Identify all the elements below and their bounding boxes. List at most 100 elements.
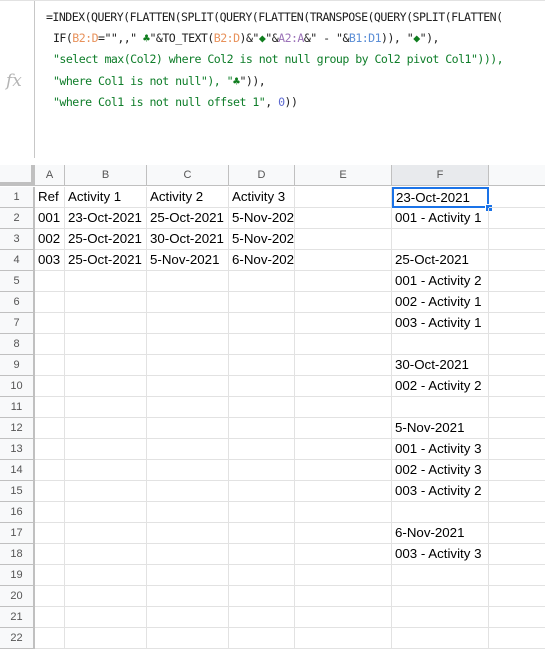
cell-d19[interactable] xyxy=(229,565,295,586)
cell-a21[interactable] xyxy=(35,607,65,628)
cell-f6[interactable]: 002 - Activity 1 xyxy=(392,292,489,313)
cell-b4[interactable]: 25-Oct-2021 xyxy=(65,250,147,271)
cell-f18[interactable]: 003 - Activity 3 xyxy=(392,544,489,565)
cell-e19[interactable] xyxy=(295,565,392,586)
cell-c18[interactable] xyxy=(147,544,229,565)
cell-b22[interactable] xyxy=(65,628,147,649)
cell-e4[interactable] xyxy=(295,250,392,271)
row-header-11[interactable]: 11 xyxy=(0,397,35,418)
cell-f1[interactable]: 23-Oct-2021 xyxy=(392,187,489,208)
cell-d13[interactable] xyxy=(229,439,295,460)
cell-d1[interactable]: Activity 3 xyxy=(229,187,295,208)
cell-c9[interactable] xyxy=(147,355,229,376)
cell-g18[interactable] xyxy=(489,544,545,565)
cell-c15[interactable] xyxy=(147,481,229,502)
cell-f10[interactable]: 002 - Activity 2 xyxy=(392,376,489,397)
cell-d3[interactable]: 5-Nov-2021 xyxy=(229,229,295,250)
cell-c20[interactable] xyxy=(147,586,229,607)
cell-f16[interactable] xyxy=(392,502,489,523)
cell-g10[interactable] xyxy=(489,376,545,397)
column-header-g[interactable] xyxy=(489,165,545,186)
cell-f9[interactable]: 30-Oct-2021 xyxy=(392,355,489,376)
cell-b6[interactable] xyxy=(65,292,147,313)
cell-e5[interactable] xyxy=(295,271,392,292)
cell-e3[interactable] xyxy=(295,229,392,250)
cell-e8[interactable] xyxy=(295,334,392,355)
cell-e17[interactable] xyxy=(295,523,392,544)
cell-b17[interactable] xyxy=(65,523,147,544)
cell-a5[interactable] xyxy=(35,271,65,292)
cell-d5[interactable] xyxy=(229,271,295,292)
row-header-14[interactable]: 14 xyxy=(0,460,35,481)
row-header-15[interactable]: 15 xyxy=(0,481,35,502)
cell-a1[interactable]: Ref xyxy=(35,187,65,208)
cell-f7[interactable]: 003 - Activity 1 xyxy=(392,313,489,334)
row-header-16[interactable]: 16 xyxy=(0,502,35,523)
cell-c6[interactable] xyxy=(147,292,229,313)
row-header-5[interactable]: 5 xyxy=(0,271,35,292)
cell-g20[interactable] xyxy=(489,586,545,607)
cell-c13[interactable] xyxy=(147,439,229,460)
cell-a13[interactable] xyxy=(35,439,65,460)
cell-e15[interactable] xyxy=(295,481,392,502)
cell-g11[interactable] xyxy=(489,397,545,418)
cell-a8[interactable] xyxy=(35,334,65,355)
cell-e9[interactable] xyxy=(295,355,392,376)
cell-b16[interactable] xyxy=(65,502,147,523)
cell-b10[interactable] xyxy=(65,376,147,397)
cell-g3[interactable] xyxy=(489,229,545,250)
cell-f8[interactable] xyxy=(392,334,489,355)
row-header-12[interactable]: 12 xyxy=(0,418,35,439)
row-header-21[interactable]: 21 xyxy=(0,607,35,628)
cell-c16[interactable] xyxy=(147,502,229,523)
cell-e12[interactable] xyxy=(295,418,392,439)
cell-g1[interactable] xyxy=(489,187,545,208)
cell-f3[interactable] xyxy=(392,229,489,250)
cell-g8[interactable] xyxy=(489,334,545,355)
cell-g21[interactable] xyxy=(489,607,545,628)
cell-b18[interactable] xyxy=(65,544,147,565)
cell-g19[interactable] xyxy=(489,565,545,586)
cell-f5[interactable]: 001 - Activity 2 xyxy=(392,271,489,292)
cell-b9[interactable] xyxy=(65,355,147,376)
cell-g5[interactable] xyxy=(489,271,545,292)
cell-b5[interactable] xyxy=(65,271,147,292)
column-header-d[interactable]: D xyxy=(229,165,295,186)
cell-c1[interactable]: Activity 2 xyxy=(147,187,229,208)
row-header-4[interactable]: 4 xyxy=(0,250,35,271)
cell-g15[interactable] xyxy=(489,481,545,502)
cell-a3[interactable]: 002 xyxy=(35,229,65,250)
cell-b12[interactable] xyxy=(65,418,147,439)
row-header-13[interactable]: 13 xyxy=(0,439,35,460)
cell-d14[interactable] xyxy=(229,460,295,481)
row-header-18[interactable]: 18 xyxy=(0,544,35,565)
cell-d2[interactable]: 5-Nov-2021 xyxy=(229,208,295,229)
cell-g4[interactable] xyxy=(489,250,545,271)
cell-e1[interactable] xyxy=(295,187,392,208)
cell-a16[interactable] xyxy=(35,502,65,523)
cell-b3[interactable]: 25-Oct-2021 xyxy=(65,229,147,250)
row-header-22[interactable]: 22 xyxy=(0,628,35,649)
cell-e6[interactable] xyxy=(295,292,392,313)
cell-e22[interactable] xyxy=(295,628,392,649)
cell-c22[interactable] xyxy=(147,628,229,649)
row-header-2[interactable]: 2 xyxy=(0,208,35,229)
cell-g6[interactable] xyxy=(489,292,545,313)
cell-b19[interactable] xyxy=(65,565,147,586)
cell-d6[interactable] xyxy=(229,292,295,313)
cell-g13[interactable] xyxy=(489,439,545,460)
cell-d12[interactable] xyxy=(229,418,295,439)
row-header-17[interactable]: 17 xyxy=(0,523,35,544)
cell-c14[interactable] xyxy=(147,460,229,481)
cell-a9[interactable] xyxy=(35,355,65,376)
row-header-9[interactable]: 9 xyxy=(0,355,35,376)
cell-f2[interactable]: 001 - Activity 1 xyxy=(392,208,489,229)
cell-a19[interactable] xyxy=(35,565,65,586)
cell-f15[interactable]: 003 - Activity 2 xyxy=(392,481,489,502)
cell-e10[interactable] xyxy=(295,376,392,397)
column-header-e[interactable]: E xyxy=(295,165,392,186)
cell-b11[interactable] xyxy=(65,397,147,418)
cell-c21[interactable] xyxy=(147,607,229,628)
cell-g16[interactable] xyxy=(489,502,545,523)
cell-b2[interactable]: 23-Oct-2021 xyxy=(65,208,147,229)
